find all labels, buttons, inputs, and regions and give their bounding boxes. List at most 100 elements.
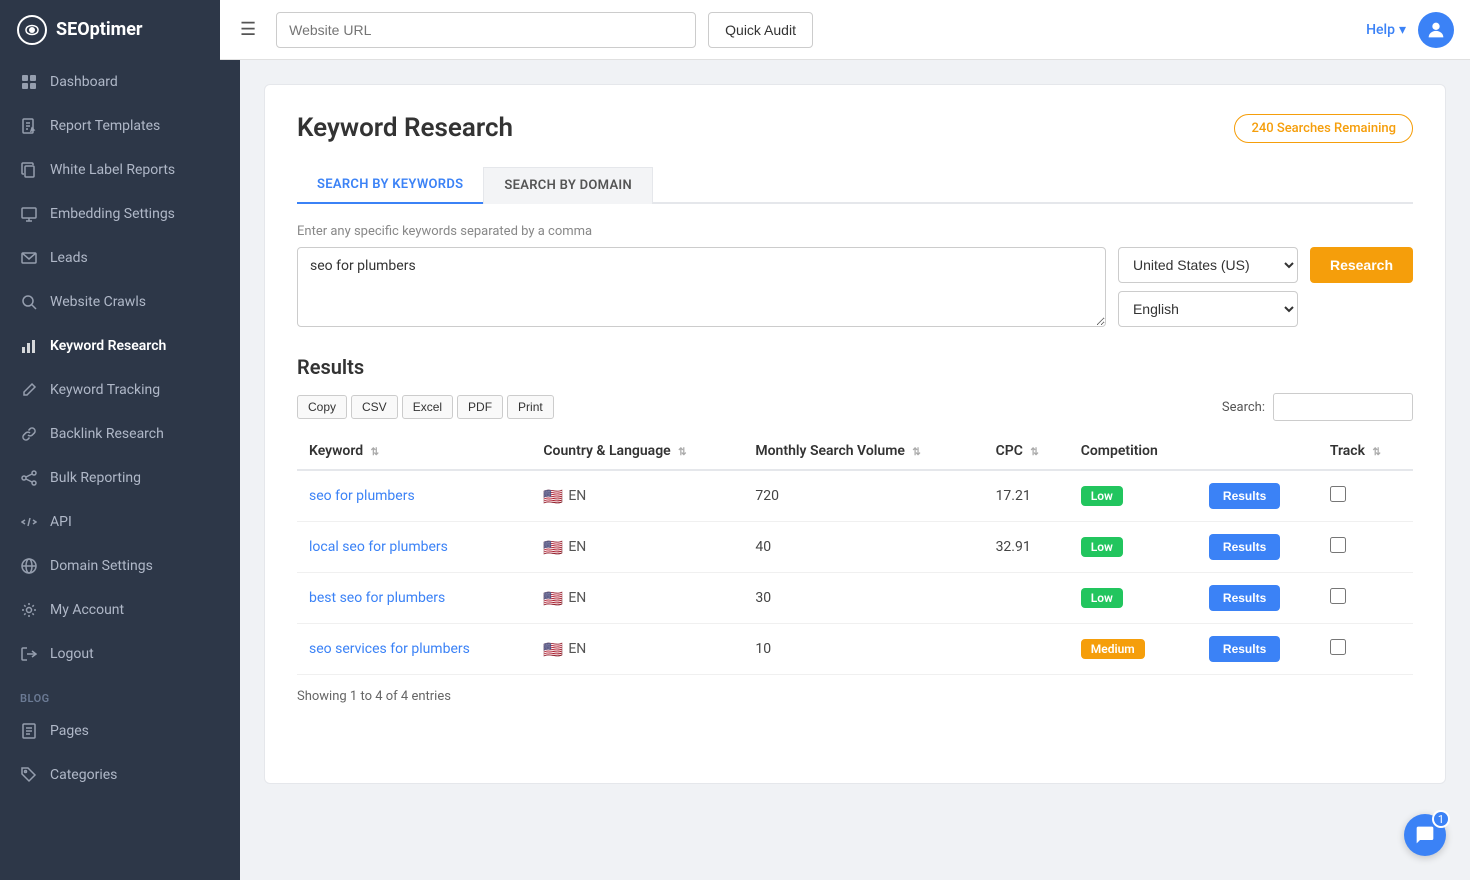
- sidebar-item-pages[interactable]: Pages: [0, 709, 240, 753]
- search-form-row: seo for plumbers United States (US) Unit…: [297, 247, 1413, 327]
- share-icon: [20, 469, 38, 487]
- sort-volume-icon[interactable]: ⇅: [912, 447, 920, 458]
- sidebar-item-white-label[interactable]: White Label Reports: [0, 148, 240, 192]
- track-checkbox[interactable]: [1330, 639, 1346, 655]
- logo[interactable]: SEOptimer: [0, 0, 220, 60]
- monitor-icon: [20, 205, 38, 223]
- tag-icon: [20, 766, 38, 784]
- pdf-button[interactable]: PDF: [457, 395, 503, 419]
- file-edit-icon: [20, 117, 38, 135]
- cell-volume: 40: [743, 522, 983, 573]
- country-select[interactable]: United States (US) United Kingdom (UK) A…: [1118, 247, 1298, 283]
- cell-cpc: 32.91: [984, 522, 1069, 573]
- sidebar-item-bulk-reporting[interactable]: Bulk Reporting: [0, 456, 240, 500]
- cell-track: [1318, 573, 1413, 624]
- language-select[interactable]: English Spanish French German: [1118, 291, 1298, 327]
- sidebar-item-my-account[interactable]: My Account: [0, 588, 240, 632]
- sort-country-icon[interactable]: ⇅: [678, 447, 686, 458]
- results-title: Results: [297, 355, 1413, 379]
- competition-badge: Medium: [1081, 639, 1145, 659]
- settings-icon: [20, 601, 38, 619]
- sidebar-item-domain-settings[interactable]: Domain Settings: [0, 544, 240, 588]
- sidebar-label-dashboard: Dashboard: [50, 74, 118, 90]
- results-table: Keyword ⇅ Country & Language ⇅ Monthly S…: [297, 433, 1413, 675]
- col-country-language: Country & Language ⇅: [531, 433, 743, 470]
- sidebar-label-leads: Leads: [50, 250, 88, 266]
- chat-bubble[interactable]: 1: [1404, 814, 1446, 856]
- copy-button[interactable]: Copy: [297, 395, 347, 419]
- cell-track: [1318, 624, 1413, 675]
- sidebar-item-keyword-tracking[interactable]: Keyword Tracking: [0, 368, 240, 412]
- keyword-link[interactable]: best seo for plumbers: [309, 590, 445, 606]
- sidebar-item-keyword-research[interactable]: Keyword Research: [0, 324, 240, 368]
- api-icon: [20, 513, 38, 531]
- url-input[interactable]: [276, 12, 696, 48]
- sort-keyword-icon[interactable]: ⇅: [371, 447, 379, 458]
- logo-icon: [16, 14, 48, 46]
- keyword-textarea[interactable]: seo for plumbers: [297, 247, 1106, 327]
- flag-icon: 🇺🇸: [543, 640, 563, 659]
- sidebar-item-api[interactable]: API: [0, 500, 240, 544]
- flag-icon: 🇺🇸: [543, 589, 563, 608]
- sidebar-label-website-crawls: Website Crawls: [50, 294, 146, 310]
- bar-chart-icon: [20, 337, 38, 355]
- csv-button[interactable]: CSV: [351, 395, 398, 419]
- track-checkbox[interactable]: [1330, 537, 1346, 553]
- cell-keyword: local seo for plumbers: [297, 522, 531, 573]
- sidebar-item-report-templates[interactable]: Report Templates: [0, 104, 240, 148]
- results-button[interactable]: Results: [1209, 585, 1280, 611]
- cell-results-btn: Results: [1197, 470, 1318, 522]
- sidebar-item-website-crawls[interactable]: Website Crawls: [0, 280, 240, 324]
- sidebar-label-keyword-research: Keyword Research: [50, 338, 166, 354]
- table-search-input[interactable]: [1273, 393, 1413, 421]
- sidebar-item-leads[interactable]: Leads: [0, 236, 240, 280]
- cell-track: [1318, 470, 1413, 522]
- lang-code: EN: [568, 488, 586, 504]
- competition-badge: Low: [1081, 486, 1123, 506]
- hamburger-icon[interactable]: ☰: [232, 15, 264, 44]
- competition-badge: Low: [1081, 537, 1123, 557]
- sidebar-item-categories[interactable]: Categories: [0, 753, 240, 797]
- cell-volume: 10: [743, 624, 983, 675]
- cell-country-lang: 🇺🇸 EN: [531, 624, 743, 675]
- sidebar-label-backlink-research: Backlink Research: [50, 426, 164, 442]
- cell-cpc: [984, 624, 1069, 675]
- sort-cpc-icon[interactable]: ⇅: [1030, 447, 1038, 458]
- lang-code: EN: [568, 641, 586, 657]
- cell-competition: Medium: [1069, 624, 1197, 675]
- keyword-link[interactable]: local seo for plumbers: [309, 539, 448, 555]
- cell-competition: Low: [1069, 470, 1197, 522]
- cell-keyword: seo for plumbers: [297, 470, 531, 522]
- research-button[interactable]: Research: [1310, 247, 1413, 283]
- search-controls: United States (US) United Kingdom (UK) A…: [1118, 247, 1298, 327]
- keyword-link[interactable]: seo for plumbers: [309, 488, 415, 504]
- track-checkbox[interactable]: [1330, 486, 1346, 502]
- sort-track-icon[interactable]: ⇅: [1372, 447, 1380, 458]
- col-competition: Competition: [1069, 433, 1197, 470]
- content-area: Keyword Research 240 Searches Remaining …: [240, 60, 1470, 880]
- cell-competition: Low: [1069, 573, 1197, 624]
- results-button[interactable]: Results: [1209, 636, 1280, 662]
- results-button[interactable]: Results: [1209, 534, 1280, 560]
- col-keyword: Keyword ⇅: [297, 433, 531, 470]
- form-hint: Enter any specific keywords separated by…: [297, 224, 1413, 239]
- sidebar-item-logout[interactable]: Logout: [0, 632, 240, 676]
- quick-audit-button[interactable]: Quick Audit: [708, 12, 813, 48]
- table-toolbar: Copy CSV Excel PDF Print Search:: [297, 393, 1413, 421]
- sidebar-item-dashboard[interactable]: Dashboard: [0, 60, 240, 104]
- export-buttons: Copy CSV Excel PDF Print: [297, 395, 554, 419]
- track-checkbox[interactable]: [1330, 588, 1346, 604]
- tab-search-by-keywords[interactable]: SEARCH BY KEYWORDS: [297, 167, 483, 204]
- avatar[interactable]: [1418, 12, 1454, 48]
- tab-search-by-domain[interactable]: SEARCH BY DOMAIN: [483, 167, 653, 204]
- print-button[interactable]: Print: [507, 395, 554, 419]
- help-button[interactable]: Help ▾: [1366, 22, 1406, 38]
- logout-icon: [20, 645, 38, 663]
- table-search: Search:: [1222, 393, 1413, 421]
- excel-button[interactable]: Excel: [402, 395, 453, 419]
- cell-results-btn: Results: [1197, 573, 1318, 624]
- sidebar-item-embedding[interactable]: Embedding Settings: [0, 192, 240, 236]
- keyword-link[interactable]: seo services for plumbers: [309, 641, 470, 657]
- sidebar-item-backlink-research[interactable]: Backlink Research: [0, 412, 240, 456]
- results-button[interactable]: Results: [1209, 483, 1280, 509]
